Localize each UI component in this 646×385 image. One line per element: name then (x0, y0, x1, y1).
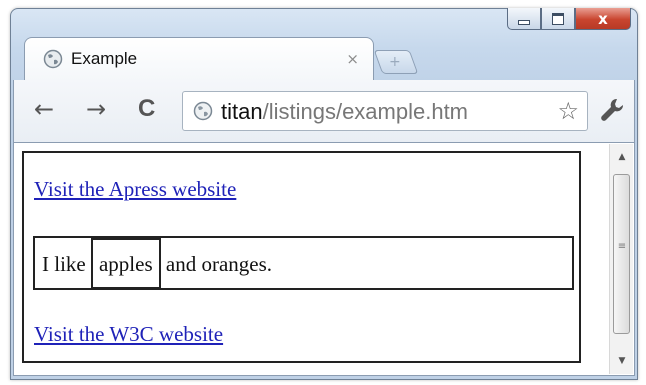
reload-button[interactable]: C (138, 97, 155, 121)
paragraph-text-after: and oranges. (160, 252, 273, 276)
url-text[interactable]: titan/listings/example.htm (221, 99, 545, 125)
minimize-icon (518, 20, 530, 25)
plus-icon: + (389, 54, 401, 70)
scroll-up-icon[interactable]: ▲ (610, 148, 634, 166)
bookmark-star-icon[interactable]: ☆ (557, 97, 579, 125)
url-path: /listings/example.htm (262, 99, 469, 124)
highlighted-word: apples (90, 238, 161, 289)
w3c-link[interactable]: Visit the W3C website (34, 322, 223, 347)
scrollbar-thumb[interactable]: ≡ (613, 174, 630, 334)
maximize-button[interactable] (541, 8, 575, 30)
tab-title: Example (71, 49, 138, 68)
grip-icon: ≡ (617, 241, 627, 252)
paragraph: I like apples and oranges. (33, 236, 574, 290)
forward-button[interactable]: → (86, 97, 106, 121)
paragraph-text-before: I like (42, 252, 91, 276)
tab-close-icon[interactable]: × (346, 50, 359, 68)
scroll-down-icon[interactable]: ▼ (610, 352, 634, 370)
close-icon: x (598, 9, 608, 28)
url-host: titan (221, 99, 263, 124)
wrench-icon[interactable] (598, 95, 628, 125)
globe-icon (43, 49, 63, 69)
back-button[interactable]: ← (34, 97, 54, 121)
maximize-icon (552, 12, 564, 25)
toolbar: ← → C titan/listings/example.htm ☆ (13, 80, 635, 142)
address-bar[interactable]: titan/listings/example.htm ☆ (182, 91, 588, 131)
vertical-scrollbar[interactable]: ▲ ≡ ▼ (609, 144, 633, 374)
close-window-button[interactable]: x (575, 8, 631, 30)
minimize-button[interactable] (507, 8, 541, 30)
apress-link[interactable]: Visit the Apress website (34, 177, 236, 202)
page-info-icon (193, 101, 213, 121)
window-controls: x (507, 8, 631, 30)
page-viewport: Visit the Apress website I like apples a… (13, 142, 635, 376)
tab-example[interactable]: Example × (24, 37, 374, 81)
